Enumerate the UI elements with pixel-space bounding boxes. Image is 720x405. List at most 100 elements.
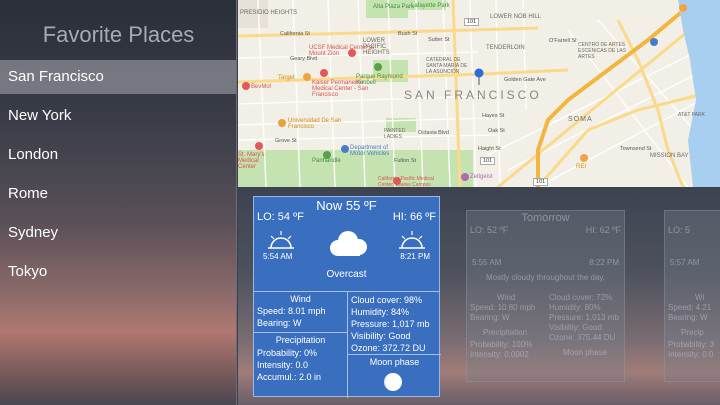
label-att-park: AT&T PARK	[678, 112, 705, 118]
tomorrow-wind-title: Wind	[497, 293, 516, 302]
favorite-places-sidebar: Favorite Places San Francisco New York L…	[0, 0, 237, 405]
location-pin-head	[474, 68, 484, 78]
label-golden-gate-ave: Golden Gate Ave	[504, 77, 546, 83]
poi-centro-pin	[650, 38, 658, 46]
poi-kaiser-pin	[320, 69, 328, 77]
tomorrow-card[interactable]: Tomorrow LO: 52 ºF HI: 62 ºF 5:55 AM 8:2…	[466, 210, 625, 382]
place-london[interactable]: London	[0, 138, 236, 172]
label-zeitgeist: Zeitgeist	[470, 174, 493, 180]
label-presidio: PRESIDIO HEIGHTS	[240, 10, 298, 16]
tomorrow-precip-intensity: Intensity: 0.0002	[470, 350, 529, 359]
wind-speed: Speed: 8.01 mph	[257, 306, 326, 316]
third-wind-title: Wi	[695, 293, 705, 302]
label-tenderloin: TENDERLOIN	[486, 45, 525, 51]
label-dmv: Department of Motor Vehicles	[350, 145, 390, 157]
tomorrow-visibility: Visibility: Good	[549, 323, 602, 332]
label-mission-bay: MISSION BAY	[650, 153, 689, 159]
tomorrow-ozone: Ozone: 375.44 DU	[549, 333, 616, 342]
tomorrow-sunset: 8:22 PM	[589, 258, 619, 267]
label-hwy-101-b: 101	[480, 157, 496, 165]
label-hayes-st: Hayes St	[482, 113, 505, 119]
today-details-grid: Wind Speed: 8.01 mph Bearing: W Precipit…	[254, 291, 441, 398]
moon-phase-title: Moon phase	[369, 357, 420, 367]
place-sydney[interactable]: Sydney	[0, 216, 236, 250]
weather-panel[interactable]: Tomorrow LO: 52 ºF HI: 62 ºF 5:55 AM 8:2…	[238, 187, 720, 405]
label-ofarrell: O'Farrell St	[549, 38, 577, 44]
third-sunrise: 5:57 AM	[670, 258, 700, 267]
precip-accumulation: Accumul.: 2.0 in	[257, 372, 322, 382]
tomorrow-cloud-cover: Cloud cover: 72%	[549, 293, 613, 302]
label-universidad: Universidad De San Francisco	[288, 118, 342, 130]
tomorrow-sunrise: 5:55 AM	[472, 258, 502, 267]
condition-text: Overcast	[326, 269, 367, 280]
label-soma: SOMA	[568, 116, 593, 123]
poi-zeitgeist-pin	[461, 173, 469, 181]
sidebar-title: Favorite Places	[42, 22, 195, 47]
place-san-francisco[interactable]: San Francisco	[0, 60, 236, 94]
humidity: Humidity: 84%	[351, 307, 410, 317]
label-octavia: Octavia Blvd	[418, 130, 449, 136]
poi-raymond-pin	[374, 63, 382, 71]
sunset-time: 8:21 PM	[400, 252, 430, 261]
ozone: Ozone: 372.72 DU	[351, 343, 426, 353]
today-lo: LO: 54 ºF	[257, 211, 304, 223]
today-hi: HI: 66 ºF	[392, 211, 436, 223]
label-haight-st: Haight St	[478, 146, 501, 152]
label-grove-st: Grove St	[275, 138, 297, 144]
tomorrow-moon-title: Moon phase	[563, 348, 608, 357]
label-bush-st: Bush St	[398, 31, 418, 37]
wind-title: Wind	[290, 294, 311, 304]
third-lo: LO: 5	[668, 225, 691, 235]
wind-bearing: Bearing: W	[257, 318, 302, 328]
label-san-francisco: SAN FRANCISCO	[404, 88, 542, 102]
third-precip-intensity: Intensity: 0.0	[668, 350, 714, 359]
tomorrow-wind-speed: Speed: 10.80 mph	[470, 303, 536, 312]
grid-divider-vertical	[347, 292, 348, 398]
third-wind-bearing: Bearing: W	[668, 313, 708, 322]
label-st-marys: St. Mary's Medical Center	[238, 152, 265, 170]
sunrise-time: 5:54 AM	[263, 252, 293, 261]
poi-bevmo-pin	[242, 82, 250, 90]
label-alta-plaza: Alta Plaza Park	[373, 4, 415, 10]
cloud-icon	[330, 231, 367, 256]
place-new-york[interactable]: New York	[0, 99, 236, 133]
label-hwy-101-c: 101	[533, 178, 549, 186]
label-lower-pacific: LOWER PACIFIC HEIGHTS	[363, 38, 390, 56]
place-rome[interactable]: Rome	[0, 177, 236, 211]
label-catedral: CATEDRAL DE SANTA MARÍA DE LA ASUNCIÓN	[426, 57, 468, 75]
poi-target-pin	[303, 73, 311, 81]
tomorrow-hi: HI: 62 ºF	[585, 225, 621, 235]
label-centro-artes: CENTRO DE ARTES ESCÉNICAS DE LAS ARTES	[578, 42, 627, 60]
cloud-cover: Cloud cover: 98%	[351, 295, 423, 305]
moon-phase-icon	[384, 373, 402, 391]
third-precip-probability: Probability: 3	[668, 340, 715, 349]
label-fulton-st: Fulton St	[394, 158, 417, 164]
label-target: Target	[278, 75, 295, 81]
poi-universidad-pin	[278, 119, 286, 127]
third-day-card[interactable]: LO: 5 5:57 AM Wi Speed: 4.21 Bearing: W …	[664, 210, 720, 382]
tomorrow-precip-probability: Probability: 100%	[470, 340, 533, 349]
label-california-st: California St	[280, 31, 310, 37]
poi-ferry-pin	[679, 4, 687, 12]
label-lower-nob-hill: LOWER NOB HILL	[490, 14, 542, 20]
label-panhandle: Panhandle	[312, 158, 341, 164]
label-cpmc: California Pacific Medical Center, Davie…	[378, 176, 434, 187]
label-raymond-kimbell: Parque Raymond Kimbell	[356, 74, 403, 86]
tomorrow-wind-bearing: Bearing: W	[470, 313, 510, 322]
label-rei: REI	[576, 164, 587, 170]
city-map[interactable]: Alta Plaza Park Lafayette Park PRESIDIO …	[238, 0, 720, 187]
precip-intensity: Intensity: 0.0	[257, 360, 309, 370]
today-card[interactable]: Now 55 ºF LO: 54 ºF HI: 66 ºF 5:54 AM 8:…	[253, 196, 441, 398]
sunset-icon	[399, 231, 425, 249]
tomorrow-pressure: Pressure: 1,013 mb	[549, 313, 619, 322]
third-precip-title: Precip	[681, 328, 704, 337]
label-oak-st: Oak St	[488, 128, 505, 134]
poi-dmv-pin	[341, 145, 349, 153]
label-bevmo: BevMo!	[251, 84, 272, 90]
precip-probability: Probability: 0%	[257, 348, 318, 358]
place-tokyo[interactable]: Tokyo	[0, 255, 236, 289]
label-lafayette: Lafayette Park	[411, 3, 450, 9]
tomorrow-title: Tomorrow	[521, 212, 570, 224]
label-painted-ladies: PAINTED LADIES	[384, 128, 406, 140]
poi-st-marys-pin	[255, 142, 263, 150]
